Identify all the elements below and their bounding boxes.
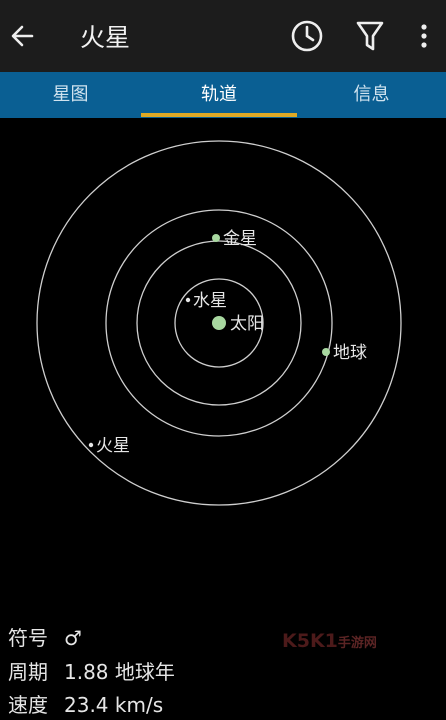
tab-bar: 星图 轨道 信息 (0, 72, 446, 118)
mercury-label: 水星 (193, 291, 227, 311)
filter-button[interactable] (350, 14, 390, 58)
period-row: 周期 1.88 地球年 (8, 656, 175, 685)
symbol-value: ♂ (64, 626, 82, 650)
clock-icon (291, 20, 323, 52)
earth-label: 地球 (333, 343, 367, 363)
symbol-label: 符号 (8, 626, 48, 650)
app-bar: 火星 (0, 0, 446, 72)
page-title: 火星 (80, 23, 131, 52)
history-button[interactable] (287, 14, 327, 58)
watermark: K5K1手游网 (282, 630, 377, 652)
arrow-left-icon (11, 25, 34, 47)
venus-label: 金星 (223, 229, 257, 249)
symbol-row: 符号 ♂ (8, 622, 82, 651)
back-button[interactable] (8, 14, 40, 58)
filter-icon (356, 21, 384, 51)
more-vert-icon (421, 24, 427, 48)
sun-marker[interactable] (212, 316, 226, 330)
speed-row: 速度 23.4 km/s (8, 689, 163, 718)
speed-label: 速度 (8, 693, 48, 717)
watermark-text: K5K1 (282, 630, 338, 652)
mars-marker[interactable] (88, 442, 94, 448)
mars-label: 火星 (96, 436, 130, 456)
more-options-button[interactable] (404, 14, 444, 58)
sun-label: 太阳 (230, 314, 264, 334)
tab-star-map[interactable]: 星图 (0, 72, 141, 118)
active-tab-indicator (141, 113, 297, 117)
orbit-diagram[interactable]: 太阳 水星 金星 地球 火星 (0, 118, 446, 558)
earth-marker[interactable] (322, 348, 330, 356)
speed-value: 23.4 km/s (64, 693, 164, 717)
tab-info[interactable]: 信息 (297, 72, 446, 118)
tab-orbit[interactable]: 轨道 (141, 72, 297, 118)
mercury-marker[interactable] (185, 297, 191, 303)
venus-marker[interactable] (212, 234, 220, 242)
period-value: 1.88 地球年 (64, 660, 175, 684)
period-label: 周期 (8, 660, 48, 684)
watermark-sub: 手游网 (337, 636, 377, 651)
